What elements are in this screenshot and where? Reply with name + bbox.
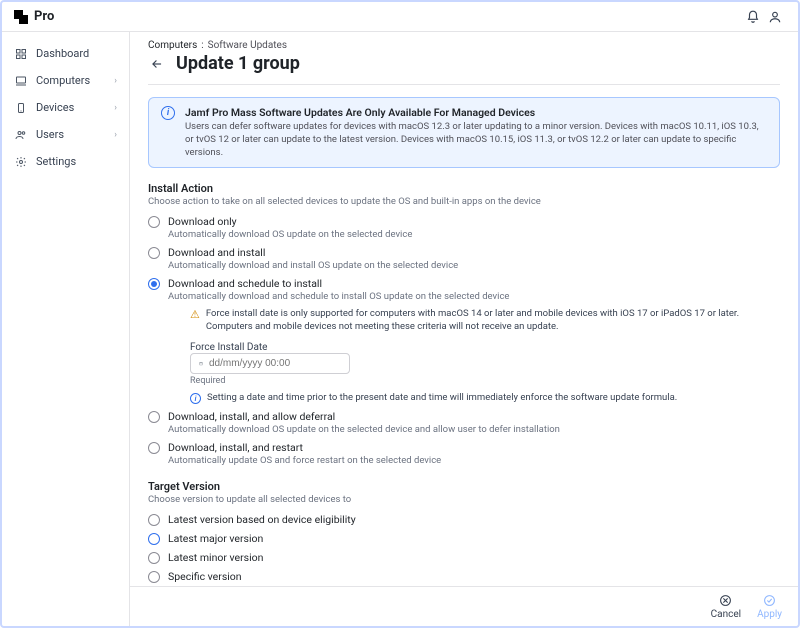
dashboard-icon (14, 48, 28, 60)
back-button[interactable] (148, 55, 166, 73)
install-option-restart[interactable]: Download, install, and restart Automatic… (148, 441, 780, 466)
target-option-latest-major[interactable]: Latest major version (148, 532, 780, 545)
computer-icon (14, 75, 28, 87)
warning-icon: ⚠ (190, 309, 200, 320)
brand: Pro (14, 9, 54, 24)
radio-icon (148, 411, 160, 423)
option-sub: Automatically download OS update on the … (168, 229, 412, 240)
radio-icon (148, 442, 160, 454)
option-label: Latest version based on device eligibili… (168, 513, 356, 526)
arrow-left-icon (150, 57, 164, 71)
schedule-details: ⚠ Force install date is only supported f… (190, 308, 780, 404)
bell-icon (746, 10, 760, 24)
sidebar-item-users[interactable]: Users › (2, 121, 129, 148)
info-icon: i (190, 393, 201, 404)
top-bar: Pro (2, 2, 798, 32)
cancel-button[interactable]: Cancel (711, 593, 741, 620)
option-label: Download and schedule to install (168, 277, 780, 290)
sidebar-item-label: Computers (36, 74, 90, 87)
option-sub: Automatically download OS update on the … (168, 424, 560, 435)
radio-icon (148, 514, 160, 526)
button-label: Apply (757, 609, 782, 620)
button-label: Cancel (711, 609, 741, 620)
sidebar-item-label: Devices (36, 101, 74, 114)
notifications-button[interactable] (742, 6, 764, 28)
option-sub: Automatically download and install OS up… (168, 260, 458, 271)
radio-icon (148, 247, 160, 259)
section-subtitle: Choose version to update all selected de… (148, 494, 780, 505)
target-version-section: Target Version Choose version to update … (148, 480, 780, 583)
banner-body: Users can defer software updates for dev… (185, 121, 767, 159)
warning-note: ⚠ Force install date is only supported f… (190, 308, 780, 334)
section-title: Target Version (148, 480, 780, 493)
section-title: Install Action (148, 182, 780, 195)
option-label: Download, install, and allow deferral (168, 410, 560, 423)
install-option-download-only[interactable]: Download only Automatically download OS … (148, 215, 780, 240)
hint-note: i Setting a date and time prior to the p… (190, 392, 780, 404)
sidebar: Dashboard Computers › Devices › (2, 32, 130, 626)
users-icon (14, 129, 28, 141)
option-label: Download only (168, 215, 412, 228)
target-option-latest-minor[interactable]: Latest minor version (148, 551, 780, 564)
sidebar-item-dashboard[interactable]: Dashboard (2, 40, 129, 67)
breadcrumb-root[interactable]: Computers (148, 40, 197, 51)
option-label: Download and install (168, 246, 458, 259)
device-icon (14, 102, 28, 114)
account-button[interactable] (764, 6, 786, 28)
sidebar-item-label: Settings (36, 155, 76, 168)
sidebar-item-computers[interactable]: Computers › (2, 67, 129, 94)
page-title: Update 1 group (176, 53, 300, 74)
cancel-icon (719, 593, 733, 607)
breadcrumb: Computers : Software Updates (148, 40, 780, 51)
chevron-right-icon: › (114, 103, 117, 113)
sidebar-item-label: Dashboard (36, 47, 89, 60)
radio-icon (148, 533, 160, 545)
footer-bar: Cancel Apply (130, 586, 798, 626)
force-install-date-input[interactable] (190, 353, 350, 374)
target-option-specific[interactable]: Specific version (148, 570, 780, 583)
gear-icon (14, 156, 28, 168)
info-banner: i Jamf Pro Mass Software Updates Are Onl… (148, 97, 780, 168)
option-label: Download, install, and restart (168, 441, 441, 454)
radio-icon (148, 571, 160, 583)
option-sub: Automatically update OS and force restar… (168, 455, 441, 466)
sidebar-item-settings[interactable]: Settings (2, 148, 129, 175)
option-sub: Automatically download and schedule to i… (168, 291, 780, 302)
divider (148, 84, 780, 85)
option-label: Specific version (168, 570, 242, 583)
sidebar-item-label: Users (36, 128, 64, 141)
install-option-download-install[interactable]: Download and install Automatically downl… (148, 246, 780, 271)
target-option-eligibility[interactable]: Latest version based on device eligibili… (148, 513, 780, 526)
install-option-allow-deferral[interactable]: Download, install, and allow deferral Au… (148, 410, 780, 435)
warning-text: Force install date is only supported for… (206, 308, 780, 334)
calendar-icon (199, 358, 203, 369)
chevron-right-icon: › (114, 76, 117, 86)
brand-label: Pro (34, 9, 54, 24)
banner-title: Jamf Pro Mass Software Updates Are Only … (185, 106, 767, 119)
option-label: Latest minor version (168, 551, 263, 564)
required-label: Required (190, 376, 780, 386)
apply-button[interactable]: Apply (757, 593, 782, 620)
radio-icon (148, 552, 160, 564)
radio-checked-icon (148, 278, 160, 290)
install-action-section: Install Action Choose action to take on … (148, 182, 780, 466)
user-icon (768, 10, 782, 24)
brand-logo-icon (14, 10, 28, 24)
sidebar-item-devices[interactable]: Devices › (2, 94, 129, 121)
main-content: Computers : Software Updates Update 1 gr… (130, 32, 798, 586)
chevron-right-icon: › (114, 130, 117, 140)
date-field[interactable] (209, 358, 341, 369)
apply-icon (763, 593, 777, 607)
radio-icon (148, 216, 160, 228)
option-label: Latest major version (168, 532, 263, 545)
install-option-download-schedule[interactable]: Download and schedule to install Automat… (148, 277, 780, 404)
breadcrumb-separator: : (201, 40, 203, 51)
force-install-date-label: Force Install Date (190, 342, 780, 353)
breadcrumb-page: Software Updates (208, 40, 287, 51)
info-icon: i (161, 106, 175, 120)
hint-text: Setting a date and time prior to the pre… (207, 392, 677, 403)
section-subtitle: Choose action to take on all selected de… (148, 196, 780, 207)
